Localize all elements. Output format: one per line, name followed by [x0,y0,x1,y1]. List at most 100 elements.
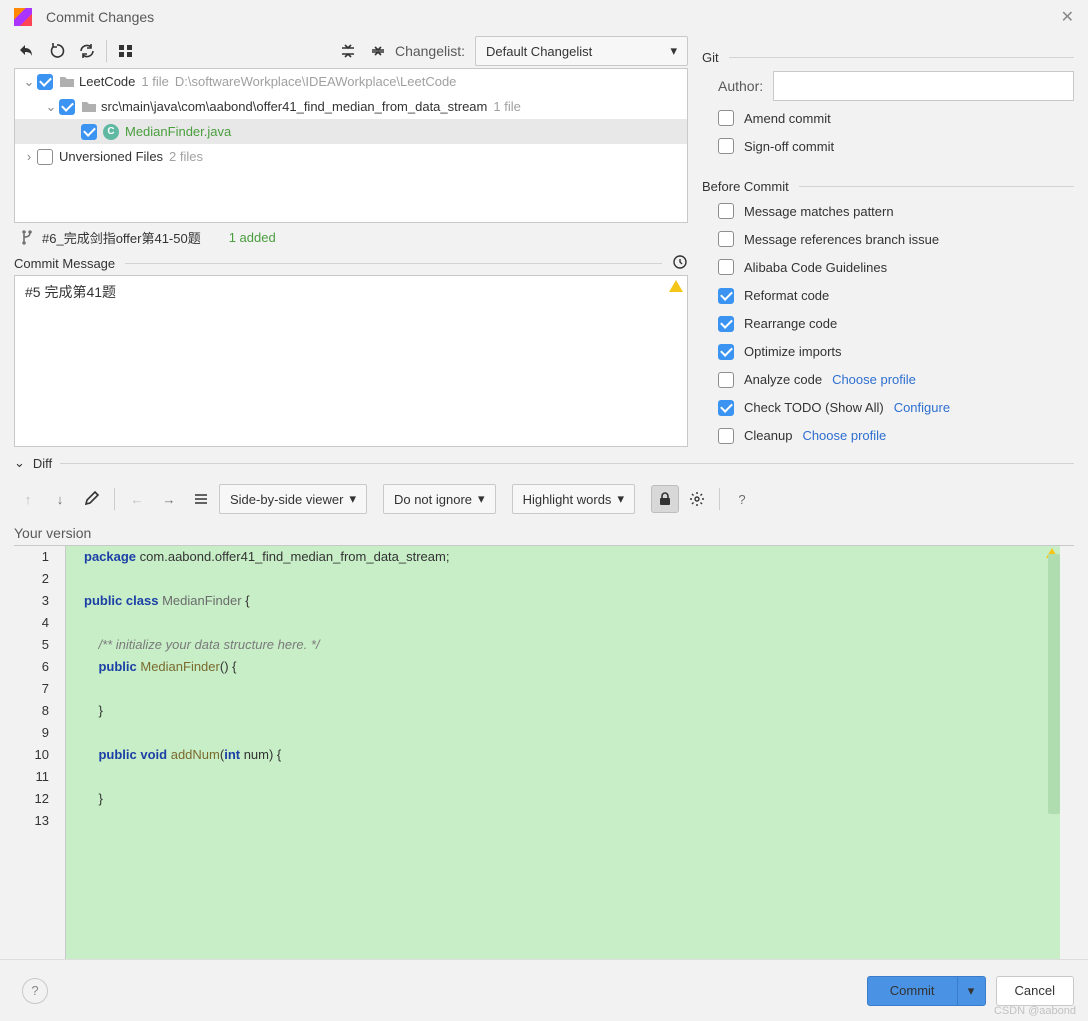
branchissue-row[interactable]: Message references branch issue [702,228,1074,250]
checkbox[interactable] [718,400,734,416]
checkbox[interactable] [718,372,734,388]
tree-path: D:\softwareWorkplace\IDEAWorkplace\LeetC… [175,74,457,89]
changelist-value: Default Changelist [486,44,592,59]
version-label: Your version [0,523,1088,545]
checkbox[interactable] [718,110,734,126]
refresh-icon[interactable] [74,38,100,64]
author-input[interactable] [773,71,1074,101]
cancel-button[interactable]: Cancel [996,976,1074,1006]
todo-row[interactable]: Check TODO (Show All)Configure [702,397,1074,419]
tree-row-unversioned[interactable]: › Unversioned Files 2 files [15,144,687,169]
diff-editor[interactable]: 12345678910111213 package package com.aa… [14,545,1074,959]
checkbox[interactable] [718,203,734,219]
vertical-scrollbar[interactable] [1048,554,1060,814]
chevron-down-icon[interactable]: ⌄ [14,455,25,471]
option-label: Alibaba Code Guidelines [744,260,887,275]
line-gutter: 12345678910111213 [14,546,66,959]
gear-icon[interactable] [683,485,711,513]
checkbox[interactable] [81,124,97,140]
checkbox[interactable] [718,316,734,332]
commit-message-label: Commit Message [14,256,115,271]
arrow-right-icon[interactable]: → [155,485,183,513]
expand-all-icon[interactable] [335,38,361,64]
commit-message-input[interactable]: #5 完成第41题 [15,276,687,446]
option-label: Analyze code [744,372,822,387]
tree-row-project[interactable]: ⌄ LeetCode 1 file D:\softwareWorkplace\I… [15,69,687,94]
commit-button[interactable]: Commit ▾ [867,976,986,1006]
changes-toolbar: Changelist: Default Changelist ▾ [14,34,688,68]
chevron-right-icon[interactable]: › [21,149,37,165]
titlebar: Commit Changes ✕ [0,0,1088,34]
option-label: Message references branch issue [744,232,939,247]
window-title: Commit Changes [46,9,154,25]
before-commit-header: Before Commit [702,179,1074,194]
tree-label: Unversioned Files [59,149,163,164]
close-icon[interactable]: ✕ [1061,7,1074,27]
chevron-down-icon: ▾ [670,43,677,59]
lock-icon[interactable] [651,485,679,513]
tree-meta: 2 files [169,149,203,164]
cleanup-row[interactable]: Cleanup Choose profile [702,425,1074,447]
folder-icon [59,74,75,90]
analyze-row[interactable]: Analyze code Choose profile [702,369,1074,391]
code-area[interactable]: package package com.aabond.offer41_find_… [66,546,1074,959]
checkbox[interactable] [37,74,53,90]
warning-icon[interactable] [669,280,683,292]
arrow-down-icon[interactable]: ↓ [46,485,74,513]
commit-message-box: #5 完成第41题 [14,275,688,447]
diff-toolbar: ↑ ↓ ← → Side-by-side viewer▾ Do not igno… [0,475,1088,523]
configure-link[interactable]: Configure [894,400,950,415]
chevron-down-icon[interactable]: ⌄ [21,74,37,90]
choose-profile-link[interactable]: Choose profile [832,372,916,387]
amend-row[interactable]: Amend commit [702,107,1074,129]
checkbox[interactable] [37,149,53,165]
changes-tree[interactable]: ⌄ LeetCode 1 file D:\softwareWorkplace\I… [14,68,688,222]
chevron-down-icon[interactable]: ▾ [957,977,985,1005]
checkbox[interactable] [718,288,734,304]
changelist-dropdown[interactable]: Default Changelist ▾ [475,36,688,66]
arrow-up-icon[interactable]: ↑ [14,485,42,513]
rearrange-row[interactable]: Rearrange code [702,313,1074,335]
highlight-dropdown[interactable]: Highlight words▾ [512,484,635,514]
option-label: Reformat code [744,288,829,303]
checkbox[interactable] [59,99,75,115]
checkbox[interactable] [718,231,734,247]
rollback-icon[interactable] [14,38,40,64]
group-by-icon[interactable] [113,38,139,64]
list-icon[interactable] [187,485,215,513]
checkbox[interactable] [718,428,734,444]
choose-profile-link[interactable]: Choose profile [802,428,886,443]
diff-section-header[interactable]: ⌄ Diff [0,447,1088,475]
help-icon[interactable]: ? [728,485,756,513]
history-icon[interactable] [672,254,688,273]
undo-icon[interactable] [44,38,70,64]
folder-icon [81,99,97,115]
pattern-row[interactable]: Message matches pattern [702,200,1074,222]
git-section-header: Git [702,50,1074,65]
checkbox[interactable] [718,138,734,154]
tree-label: LeetCode [79,74,135,89]
help-button[interactable]: ? [22,978,48,1004]
option-label: Cleanup [744,428,792,443]
branch-name: #6_完成剑指offer第41-50题 [42,228,201,247]
collapse-all-icon[interactable] [365,38,391,64]
chevron-down-icon[interactable]: ⌄ [43,99,59,115]
option-label: Amend commit [744,111,831,126]
branch-row: #6_完成剑指offer第41-50题 1 added [14,223,688,252]
optimize-row[interactable]: Optimize imports [702,341,1074,363]
branch-icon [20,229,34,245]
checkbox[interactable] [718,344,734,360]
edit-icon[interactable] [78,485,106,513]
tree-row-file[interactable]: C MedianFinder.java [15,119,687,144]
added-count: 1 added [229,230,276,245]
signoff-row[interactable]: Sign-off commit [702,135,1074,157]
checkbox[interactable] [718,259,734,275]
alibaba-row[interactable]: Alibaba Code Guidelines [702,256,1074,278]
tree-label: MedianFinder.java [125,124,231,139]
ignore-dropdown[interactable]: Do not ignore▾ [383,484,496,514]
chevron-down-icon: ▾ [617,491,624,507]
tree-row-folder[interactable]: ⌄ src\main\java\com\aabond\offer41_find_… [15,94,687,119]
arrow-left-icon[interactable]: ← [123,485,151,513]
viewer-mode-dropdown[interactable]: Side-by-side viewer▾ [219,484,367,514]
reformat-row[interactable]: Reformat code [702,284,1074,306]
